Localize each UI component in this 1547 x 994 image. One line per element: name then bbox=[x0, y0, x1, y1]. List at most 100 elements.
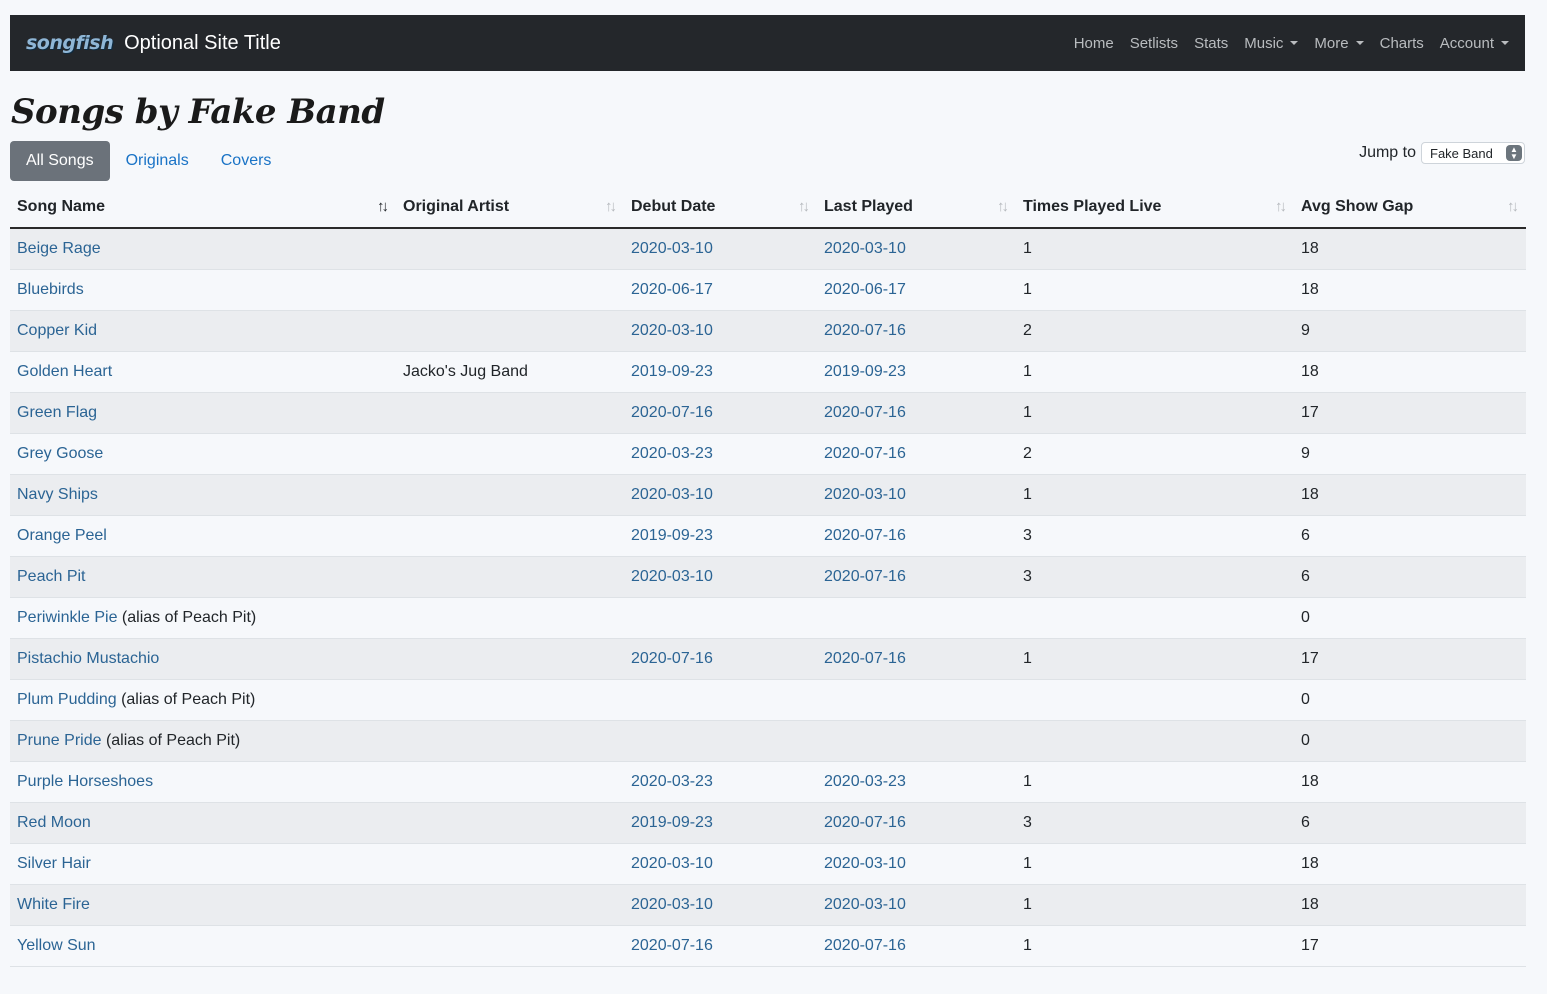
nav-link-account[interactable]: Account bbox=[1440, 35, 1509, 52]
column-header-label: Song Name bbox=[17, 197, 106, 215]
song-link[interactable]: White Fire bbox=[17, 896, 90, 913]
avg-show-gap-cell: 17 bbox=[1294, 392, 1526, 434]
debut-date-link[interactable]: 2020-03-10 bbox=[631, 240, 713, 257]
brand[interactable]: songfish Optional Site Title bbox=[26, 32, 281, 55]
column-header-debut-date[interactable]: Debut Date ↑↓ bbox=[624, 186, 817, 229]
table-row: Golden Heart Jacko's Jug Band 2019-09-23 20… bbox=[10, 351, 1526, 393]
sort-icon[interactable]: ↑↓ bbox=[1275, 198, 1287, 215]
song-link[interactable]: Purple Horseshoes bbox=[17, 773, 153, 790]
songfish-logo[interactable]: songfish bbox=[26, 32, 114, 54]
original-artist-cell bbox=[396, 925, 624, 967]
debut-date-link[interactable]: 2020-03-10 bbox=[631, 896, 713, 913]
avg-show-gap-cell: 18 bbox=[1294, 228, 1526, 270]
last-played-link[interactable]: 2020-07-16 bbox=[824, 814, 906, 831]
song-link[interactable]: Beige Rage bbox=[17, 240, 101, 257]
column-header-original-artist[interactable]: Original Artist ↑↓ bbox=[396, 186, 624, 229]
debut-date-link[interactable]: 2020-03-10 bbox=[631, 486, 713, 503]
last-played-link[interactable]: 2020-07-16 bbox=[824, 568, 906, 585]
sort-icon[interactable]: ↑↓ bbox=[377, 198, 389, 215]
song-name-cell: Purple Horseshoes bbox=[10, 761, 396, 803]
song-link[interactable]: Peach Pit bbox=[17, 568, 85, 585]
last-played-link[interactable]: 2020-03-10 bbox=[824, 486, 906, 503]
nav-link-home[interactable]: Home bbox=[1074, 35, 1114, 52]
avg-show-gap-cell: 18 bbox=[1294, 761, 1526, 803]
last-played-link[interactable]: 2020-07-16 bbox=[824, 527, 906, 544]
debut-date-cell: 2020-06-17 bbox=[624, 269, 817, 311]
column-header-song-name[interactable]: Song Name ↑↓ bbox=[10, 186, 396, 229]
sort-icon[interactable]: ↑↓ bbox=[997, 198, 1009, 215]
avg-show-gap-cell: 0 bbox=[1294, 720, 1526, 762]
debut-date-link[interactable]: 2020-03-10 bbox=[631, 855, 713, 872]
jump-to-select[interactable]: Fake Band ▲ ▼ bbox=[1421, 142, 1525, 164]
original-artist-cell bbox=[396, 884, 624, 926]
song-link[interactable]: Prune Pride bbox=[17, 732, 102, 749]
times-played-cell: 1 bbox=[1016, 351, 1294, 393]
song-link[interactable]: Silver Hair bbox=[17, 855, 91, 872]
last-played-link[interactable]: 2020-07-16 bbox=[824, 404, 906, 421]
last-played-cell: 2020-07-16 bbox=[817, 310, 1016, 352]
debut-date-link[interactable]: 2020-03-23 bbox=[631, 773, 713, 790]
original-artist-cell bbox=[396, 310, 624, 352]
debut-date-link[interactable]: 2020-06-17 bbox=[631, 281, 713, 298]
debut-date-link[interactable]: 2019-09-23 bbox=[631, 527, 713, 544]
debut-date-link[interactable]: 2020-07-16 bbox=[631, 404, 713, 421]
last-played-link[interactable]: 2020-03-10 bbox=[824, 896, 906, 913]
last-played-link[interactable]: 2020-07-16 bbox=[824, 650, 906, 667]
nav-link-stats[interactable]: Stats bbox=[1194, 35, 1228, 52]
nav-link-label: Stats bbox=[1194, 34, 1229, 52]
last-played-link[interactable]: 2020-07-16 bbox=[824, 322, 906, 339]
song-link[interactable]: Green Flag bbox=[17, 404, 97, 421]
times-played-cell bbox=[1016, 679, 1294, 721]
song-link[interactable]: Yellow Sun bbox=[17, 937, 96, 954]
tab-originals[interactable]: Originals bbox=[110, 141, 205, 181]
nav-link-setlists[interactable]: Setlists bbox=[1130, 35, 1178, 52]
tab-covers[interactable]: Covers bbox=[205, 141, 288, 181]
site-title[interactable]: Optional Site Title bbox=[124, 32, 281, 55]
debut-date-link[interactable]: 2020-07-16 bbox=[631, 650, 713, 667]
last-played-link[interactable]: 2020-07-16 bbox=[824, 937, 906, 954]
nav-link-label: Music bbox=[1244, 34, 1284, 52]
song-link[interactable]: Navy Ships bbox=[17, 486, 98, 503]
last-played-link[interactable]: 2020-07-16 bbox=[824, 445, 906, 462]
last-played-link[interactable]: 2020-06-17 bbox=[824, 281, 906, 298]
debut-date-link[interactable]: 2020-07-16 bbox=[631, 937, 713, 954]
debut-date-link[interactable]: 2020-03-23 bbox=[631, 445, 713, 462]
debut-date-link[interactable]: 2019-09-23 bbox=[631, 363, 713, 380]
song-link[interactable]: Red Moon bbox=[17, 814, 91, 831]
nav-link-more[interactable]: More bbox=[1314, 35, 1364, 52]
song-link[interactable]: Plum Pudding bbox=[17, 691, 117, 708]
song-link[interactable]: Grey Goose bbox=[17, 445, 103, 462]
debut-date-cell bbox=[624, 679, 817, 721]
avg-show-gap-cell: 9 bbox=[1294, 433, 1526, 475]
debut-date-link[interactable]: 2020-03-10 bbox=[631, 568, 713, 585]
sort-icon[interactable]: ↑↓ bbox=[798, 198, 810, 215]
column-header-times-played-live[interactable]: Times Played Live ↑↓ bbox=[1016, 186, 1294, 229]
avg-show-gap-cell: 17 bbox=[1294, 638, 1526, 680]
song-link[interactable]: Orange Peel bbox=[17, 527, 107, 544]
last-played-link[interactable]: 2020-03-10 bbox=[824, 240, 906, 257]
original-artist-cell: Jacko's Jug Band bbox=[396, 351, 624, 393]
last-played-link[interactable]: 2020-03-23 bbox=[824, 773, 906, 790]
column-header-last-played[interactable]: Last Played ↑↓ bbox=[817, 186, 1016, 229]
nav-link-label: Setlists bbox=[1129, 34, 1179, 52]
song-link[interactable]: Bluebirds bbox=[17, 281, 84, 298]
original-artist-cell bbox=[396, 761, 624, 803]
nav-link-charts[interactable]: Charts bbox=[1380, 35, 1424, 52]
table-row: Pistachio Mustachio 2020-07-16 2020-07-16 1… bbox=[10, 638, 1526, 680]
avg-show-gap-cell: 18 bbox=[1294, 474, 1526, 516]
sort-icon[interactable]: ↑↓ bbox=[605, 198, 617, 215]
song-link[interactable]: Copper Kid bbox=[17, 322, 97, 339]
original-artist-cell bbox=[396, 638, 624, 680]
debut-date-link[interactable]: 2019-09-23 bbox=[631, 814, 713, 831]
debut-date-cell: 2020-03-10 bbox=[624, 474, 817, 516]
song-link[interactable]: Golden Heart bbox=[17, 363, 112, 380]
song-link[interactable]: Periwinkle Pie bbox=[17, 609, 117, 626]
debut-date-link[interactable]: 2020-03-10 bbox=[631, 322, 713, 339]
song-link[interactable]: Pistachio Mustachio bbox=[17, 650, 159, 667]
nav-link-music[interactable]: Music bbox=[1244, 34, 1299, 52]
sort-icon[interactable]: ↑↓ bbox=[1507, 198, 1519, 215]
column-header-avg-show-gap[interactable]: Avg Show Gap ↑↓ bbox=[1294, 186, 1526, 229]
last-played-link[interactable]: 2020-03-10 bbox=[824, 855, 906, 872]
tab-all-songs[interactable]: All Songs bbox=[10, 141, 110, 181]
last-played-link[interactable]: 2019-09-23 bbox=[824, 363, 906, 380]
